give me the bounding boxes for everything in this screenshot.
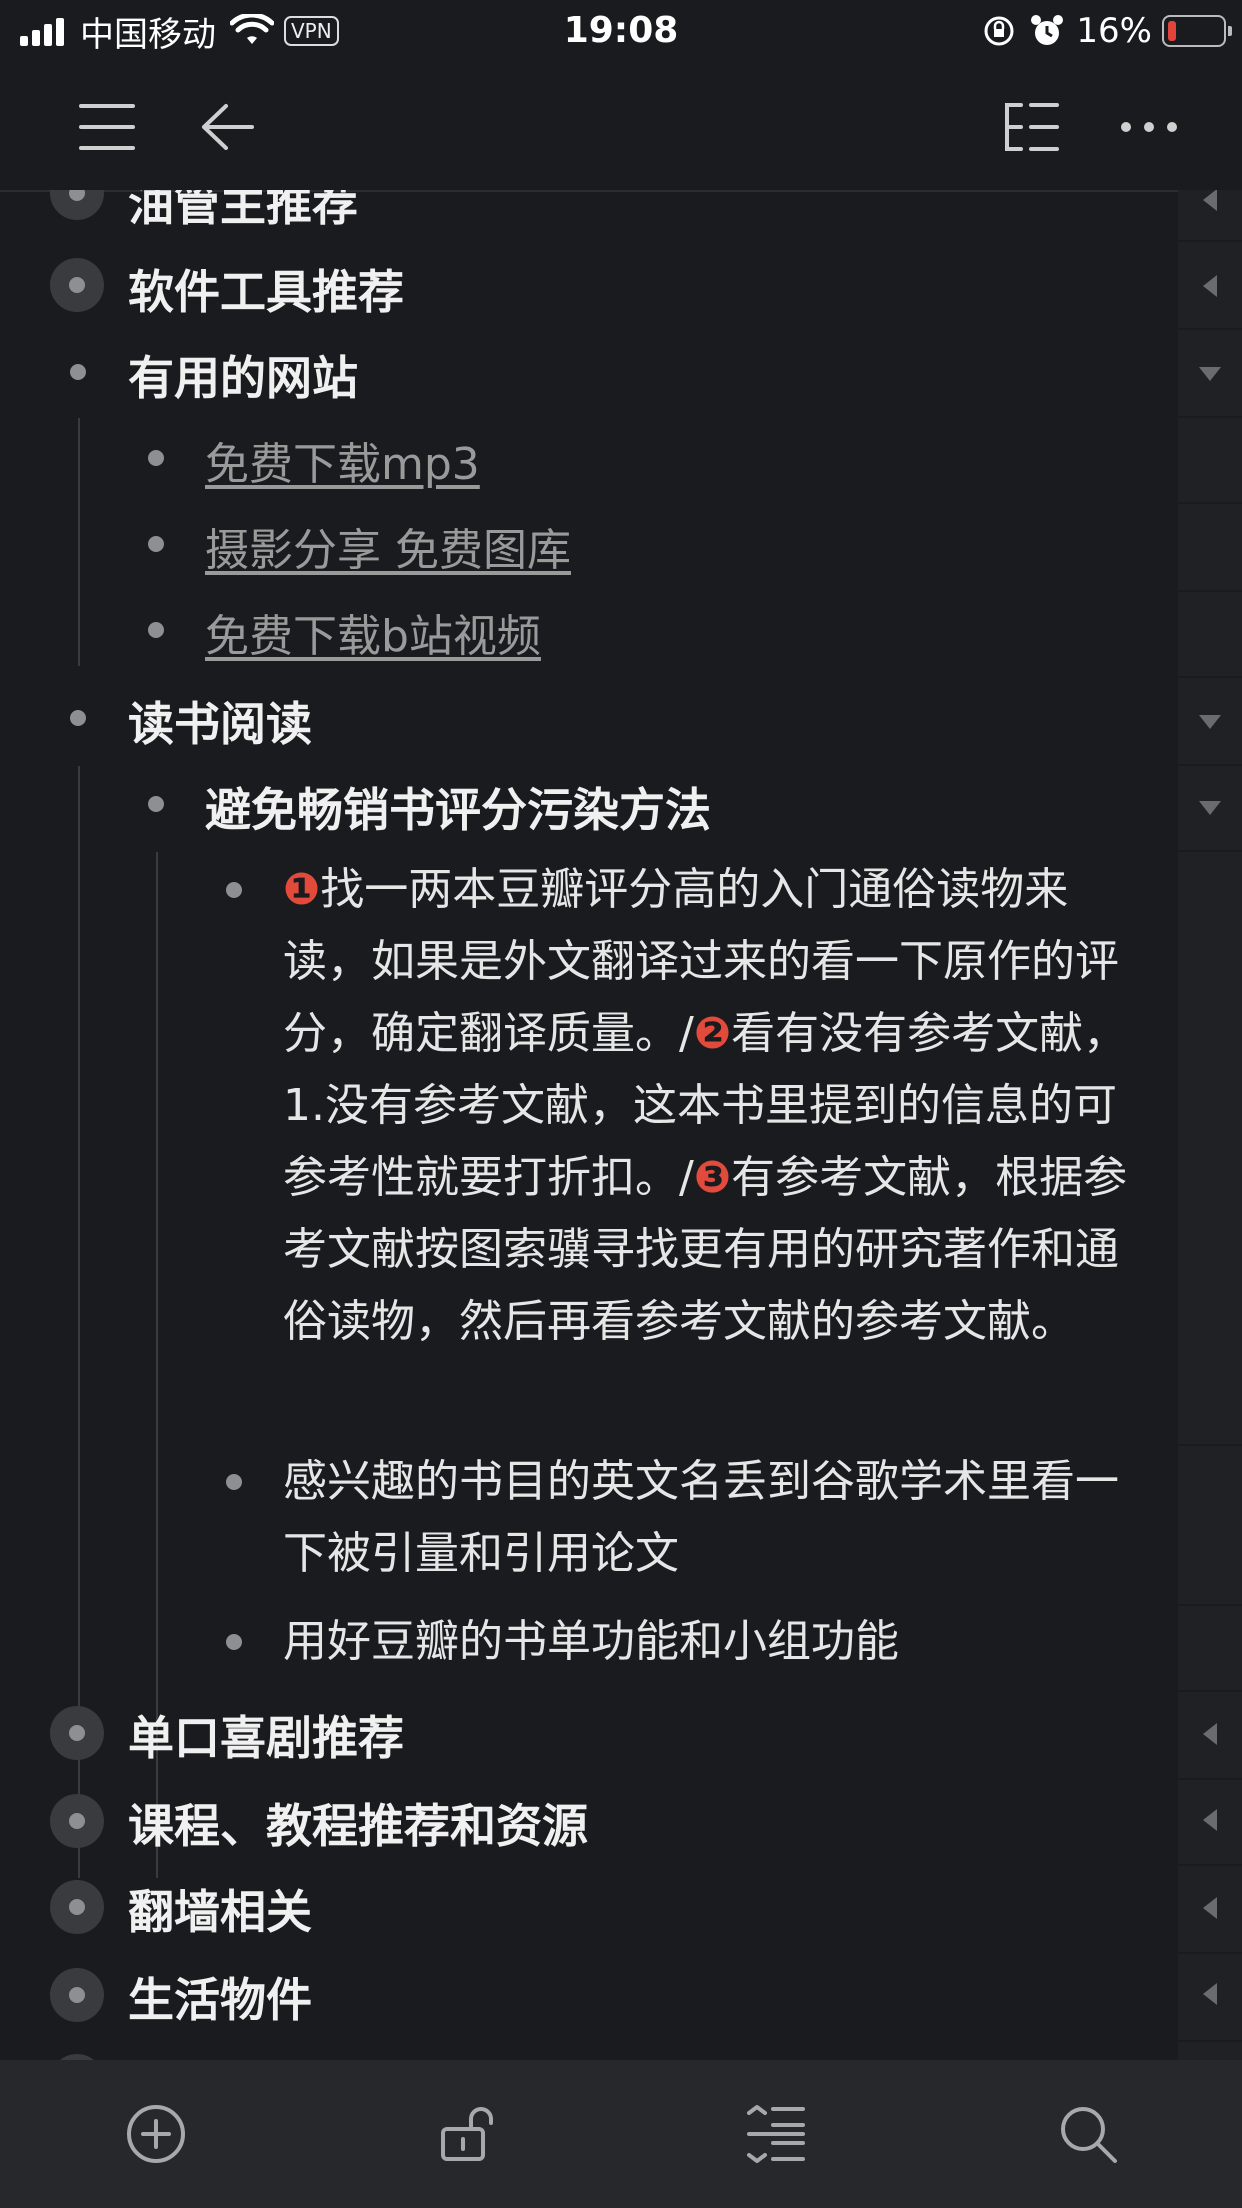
row-divider xyxy=(1178,1864,1242,1866)
number-marker: ❸ xyxy=(693,1152,732,1203)
row-divider xyxy=(1178,1778,1242,1780)
collapsed-bullet[interactable] xyxy=(50,258,104,312)
outline-item[interactable]: 油管主推荐 xyxy=(128,190,358,234)
expanded-caret-icon[interactable] xyxy=(1178,702,1242,742)
outline-item[interactable]: 生活物件 xyxy=(128,1964,312,2030)
outline-item[interactable]: 翻墙相关 xyxy=(128,1876,312,1942)
bullet[interactable] xyxy=(226,882,242,898)
outline-item[interactable]: 读书阅读 xyxy=(128,688,312,754)
search-icon[interactable] xyxy=(1050,2096,1126,2172)
row-divider xyxy=(1178,416,1242,418)
row-divider xyxy=(1178,1604,1242,1606)
row-divider xyxy=(1178,2040,1242,2042)
add-circle-icon[interactable] xyxy=(118,2096,194,2172)
indent-guide xyxy=(78,418,80,666)
rotation-lock-icon xyxy=(984,16,1014,46)
row-divider xyxy=(1178,1444,1242,1446)
row-divider xyxy=(1178,1690,1242,1692)
outline-item[interactable]: 软件工具推荐 xyxy=(128,256,404,322)
bullet[interactable] xyxy=(148,450,164,466)
number-marker: ❷ xyxy=(693,1008,732,1059)
outline-item[interactable]: 学习 xyxy=(128,2050,220,2060)
bullet[interactable] xyxy=(70,710,86,726)
more-icon[interactable] xyxy=(1114,92,1184,162)
row-divider xyxy=(1178,240,1242,242)
bullet[interactable] xyxy=(226,1474,242,1490)
collapsed-caret-icon[interactable] xyxy=(1178,1974,1242,2014)
collapsed-bullet[interactable] xyxy=(50,1968,104,2022)
outline-toggle-icon[interactable] xyxy=(996,92,1066,162)
battery-percent: 16% xyxy=(1076,11,1152,51)
collapsed-caret-icon[interactable] xyxy=(1178,1888,1242,1928)
collapsed-bullet[interactable] xyxy=(50,1706,104,1760)
unlock-icon[interactable] xyxy=(430,2096,506,2172)
row-divider xyxy=(1178,328,1242,330)
status-right: 16% xyxy=(982,8,1232,54)
outline-item[interactable]: 课程、教程推荐和资源 xyxy=(128,1790,588,1856)
note-google-scholar[interactable]: 感兴趣的书目的英文名丢到谷歌学术里看一下被引量和引用论文 xyxy=(283,1446,1133,1590)
bullet[interactable] xyxy=(148,622,164,638)
note-douban-lists[interactable]: 用好豆瓣的书单功能和小组功能 xyxy=(283,1606,1133,1678)
status-bar: 中国移动 VPN 19:08 16% xyxy=(0,0,1242,62)
bottom-toolbar xyxy=(0,2060,1242,2208)
bullet[interactable] xyxy=(148,536,164,552)
collapsed-caret-icon[interactable] xyxy=(1178,266,1242,306)
link-photo-library[interactable]: 摄影分享 免费图库 xyxy=(205,514,571,578)
row-divider xyxy=(1178,1952,1242,1954)
row-divider xyxy=(1178,590,1242,592)
expanded-caret-icon[interactable] xyxy=(1178,354,1242,394)
outline-item[interactable]: 单口喜剧推荐 xyxy=(128,1702,404,1768)
battery-icon xyxy=(1162,15,1232,47)
top-nav-bar xyxy=(0,62,1242,192)
outline-item[interactable]: 避免畅销书评分污染方法 xyxy=(205,774,711,840)
row-divider xyxy=(1178,850,1242,852)
outline-item[interactable]: 有用的网站 xyxy=(128,342,358,408)
note-douban-method[interactable]: ❶找一两本豆瓣评分高的入门通俗读物来读，如果是外文翻译过来的看一下原作的评分，确… xyxy=(283,854,1133,1358)
collapsed-caret-icon[interactable] xyxy=(1178,1800,1242,1840)
outline-content[interactable]: 油管主推荐 软件工具推荐 有用的网站 免费下载mp3 摄影分享 免费图库 免费下… xyxy=(0,190,1242,2060)
link-bilibili-video[interactable]: 免费下载b站视频 xyxy=(205,600,541,664)
row-divider xyxy=(1178,764,1242,766)
collapsed-bullet[interactable] xyxy=(50,190,104,220)
collapsed-caret-icon[interactable] xyxy=(1178,190,1242,220)
row-divider xyxy=(1178,502,1242,504)
number-marker: ❶ xyxy=(283,864,321,915)
row-divider xyxy=(1178,676,1242,678)
link-mp3[interactable]: 免费下载mp3 xyxy=(205,428,480,492)
bullet[interactable] xyxy=(70,364,86,380)
expanded-caret-icon[interactable] xyxy=(1178,788,1242,828)
collapsed-bullet[interactable] xyxy=(50,1794,104,1848)
collapsed-bullet[interactable] xyxy=(50,1880,104,1934)
collapsed-caret-icon[interactable] xyxy=(1178,1714,1242,1754)
back-arrow-icon[interactable] xyxy=(192,92,262,162)
bullet[interactable] xyxy=(148,796,164,812)
bullet[interactable] xyxy=(226,1634,242,1650)
expand-collapse-icon[interactable] xyxy=(738,2096,814,2172)
hamburger-menu-icon[interactable] xyxy=(72,92,142,162)
alarm-icon xyxy=(1031,15,1064,45)
